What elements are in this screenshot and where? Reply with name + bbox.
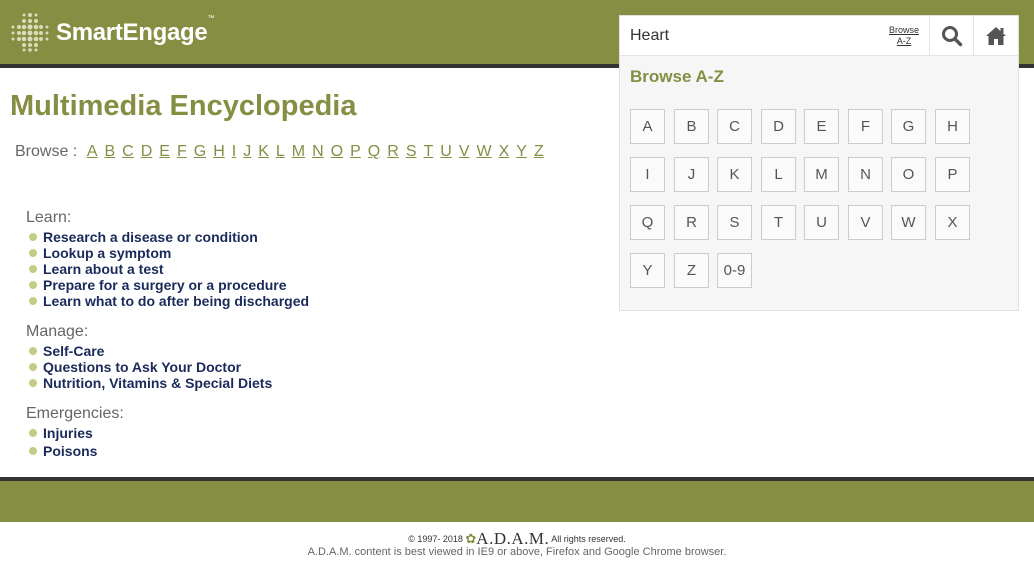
browse-letter-bar: Browse : ABCDEFGHIJKLMNOPQRSTUVWXYZ [15,143,551,161]
key-j[interactable]: J [674,157,709,192]
brand-wordmark: SmartEngage™ [56,15,214,47]
manage-heading: Manage: [26,323,89,340]
page-title: Multimedia Encyclopedia [10,90,357,122]
browse-letter-h[interactable]: H [213,143,225,160]
manage-list: Self-Care Questions to Ask Your Doctor N… [26,343,272,391]
key-q[interactable]: Q [630,205,665,240]
browse-letter-t[interactable]: T [423,143,433,160]
browse-letter-r[interactable]: R [387,143,399,160]
adam-leaf-icon: ✿ [465,531,477,546]
browse-az-link-line2: A-Z [896,36,912,46]
link-self-care[interactable]: Self-Care [26,343,272,359]
link-questions-doctor[interactable]: Questions to Ask Your Doctor [26,359,272,375]
key-0-9[interactable]: 0-9 [717,253,752,288]
link-nutrition[interactable]: Nutrition, Vitamins & Special Diets [26,375,272,391]
key-b[interactable]: B [674,109,709,144]
home-button[interactable] [973,16,1018,55]
search-button[interactable] [929,16,974,55]
key-z[interactable]: Z [674,253,709,288]
link-lookup-symptom[interactable]: Lookup a symptom [26,245,309,261]
emergencies-heading: Emergencies: [26,405,124,422]
browse-az-link[interactable]: Browse A-Z [886,25,922,47]
key-v[interactable]: V [848,205,883,240]
home-icon [986,26,1006,45]
browse-letter-o[interactable]: O [331,143,343,160]
key-k[interactable]: K [717,157,752,192]
key-w[interactable]: W [891,205,926,240]
browse-letter-z[interactable]: Z [534,143,544,160]
browse-letter-g[interactable]: G [194,143,206,160]
browse-az-link-line1: Browse [888,25,919,35]
key-u[interactable]: U [804,205,839,240]
browse-label: Browse : [15,143,78,160]
emergencies-list: Injuries Poisons [26,425,124,459]
browse-letter-v[interactable]: V [459,143,470,160]
key-n[interactable]: N [848,157,883,192]
key-o[interactable]: O [891,157,926,192]
browse-letter-b[interactable]: B [104,143,115,160]
browse-letter-p[interactable]: P [350,143,361,160]
search-icon [942,25,963,46]
search-browse-panel: BrowseA-Z Browse A-Z A B C D E F G H I J… [619,15,1019,311]
key-t[interactable]: T [761,205,796,240]
trademark-symbol: ™ [207,15,215,22]
key-d[interactable]: D [761,109,796,144]
key-g[interactable]: G [891,109,926,144]
key-i[interactable]: I [630,157,665,192]
key-a[interactable]: A [630,109,665,144]
browse-az-title: Browse A-Z [630,67,724,86]
key-y[interactable]: Y [630,253,665,288]
browse-letter-y[interactable]: Y [516,143,527,160]
browse-letter-x[interactable]: X [499,143,510,160]
key-l[interactable]: L [761,157,796,192]
copyright-suffix: All rights reserved. [551,534,626,544]
link-poisons[interactable]: Poisons [26,443,124,459]
link-prepare-surgery[interactable]: Prepare for a surgery or a procedure [26,277,309,293]
brand-name: SmartEngage [56,19,208,46]
browse-letter-f[interactable]: F [177,143,187,160]
browse-letter-s[interactable]: S [406,143,417,160]
key-r[interactable]: R [674,205,709,240]
browse-letter-w[interactable]: W [477,143,492,160]
link-injuries[interactable]: Injuries [26,425,124,441]
link-after-discharge[interactable]: Learn what to do after being discharged [26,293,309,309]
search-input[interactable] [620,16,880,55]
browse-letter-j[interactable]: J [243,143,251,160]
key-m[interactable]: M [804,157,839,192]
browse-letter-u[interactable]: U [440,143,452,160]
link-research-disease[interactable]: Research a disease or condition [26,229,309,245]
browse-letter-l[interactable]: L [276,143,285,160]
manage-section: Manage: Self-Care Questions to Ask Your … [26,323,272,391]
cross-dots-icon [11,13,49,52]
browse-letter-k[interactable]: K [258,143,269,160]
browser-notice: A.D.A.M. content is best viewed in IE9 o… [307,546,727,558]
browse-letter-d[interactable]: D [141,143,153,160]
browse-letter-e[interactable]: E [159,143,170,160]
browse-letter-c[interactable]: C [122,143,134,160]
emergencies-section: Emergencies: Injuries Poisons [26,405,124,459]
key-p[interactable]: P [935,157,970,192]
link-learn-test[interactable]: Learn about a test [26,261,309,277]
smartengage-logo[interactable]: SmartEngage™ [10,12,230,52]
key-s[interactable]: S [717,205,752,240]
browse-letter-n[interactable]: N [312,143,324,160]
browse-letter-m[interactable]: M [292,143,305,160]
footer-bar [0,481,1034,522]
learn-list: Research a disease or condition Lookup a… [26,229,309,309]
browse-letter-a[interactable]: A [87,143,98,160]
learn-section: Learn: Research a disease or condition L… [26,209,309,309]
search-row: BrowseA-Z [620,16,1018,56]
key-h[interactable]: H [935,109,970,144]
key-e[interactable]: E [804,109,839,144]
key-f[interactable]: F [848,109,883,144]
browse-letter-i[interactable]: I [232,143,236,160]
learn-heading: Learn: [26,209,72,226]
key-c[interactable]: C [717,109,752,144]
browse-letter-q[interactable]: Q [368,143,380,160]
key-x[interactable]: X [935,205,970,240]
copyright-prefix: © 1997- 2018 [408,534,463,544]
